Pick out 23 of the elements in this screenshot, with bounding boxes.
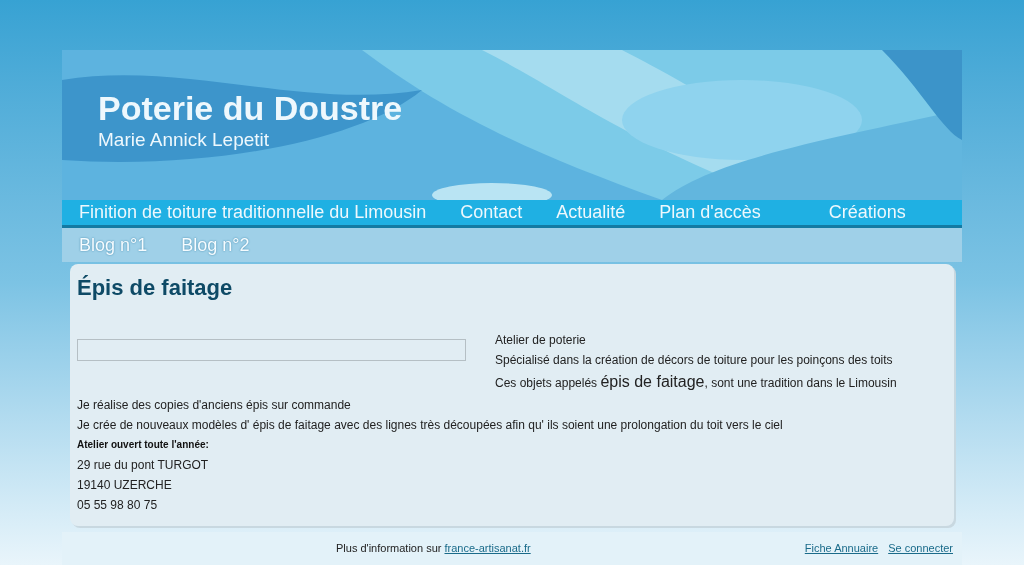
hours-heading: Atelier ouvert toute l'année: (77, 438, 209, 452)
nav-link[interactable]: Contact (460, 199, 523, 226)
text-line: Je crée de nouveaux modèles d' épis de faitage avec des lignes très découpées afin qu' ils soient une prolongation du toit vers le ciel (77, 417, 783, 434)
text-line: 05 55 98 80 75 (77, 497, 158, 514)
text-line: 29 rue du pont TURGOT (77, 457, 209, 474)
nav-link[interactable]: Blog n°2 (181, 231, 250, 259)
nav-link[interactable]: Finition de toiture traditionnelle du Limousin (79, 199, 427, 226)
footer-text: Plus d'information sur france-artisanat.fr (336, 541, 531, 557)
text-line: Atelier de poterie (495, 332, 586, 349)
text-line: Je réalise des copies d'anciens épis sur commande (77, 397, 351, 414)
text-line: 19140 UZERCHE (77, 477, 172, 494)
footer-link[interactable]: Se connecter (888, 540, 953, 557)
text-line: Spécialisé dans la création de décors de toiture pour les poinçons des toits (495, 352, 893, 369)
text-line: Ces objets appelés épis de faitage, sont une tradition dans le Limousin (495, 372, 897, 392)
nav-link[interactable]: Créations (828, 199, 906, 226)
footer-link[interactable]: Fiche Annuaire (804, 540, 879, 557)
site-title: Poterie du Doustre (98, 88, 403, 128)
page-heading: Épis de faitage (77, 274, 233, 302)
nav-link[interactable]: Blog n°1 (79, 231, 148, 259)
site-subtitle: Marie Annick Lepetit (98, 128, 270, 152)
footer-link[interactable]: france-artisanat.fr (444, 542, 531, 555)
nav-link[interactable]: Actualité (556, 199, 626, 226)
nav-link[interactable]: Plan d'accès (659, 199, 761, 226)
